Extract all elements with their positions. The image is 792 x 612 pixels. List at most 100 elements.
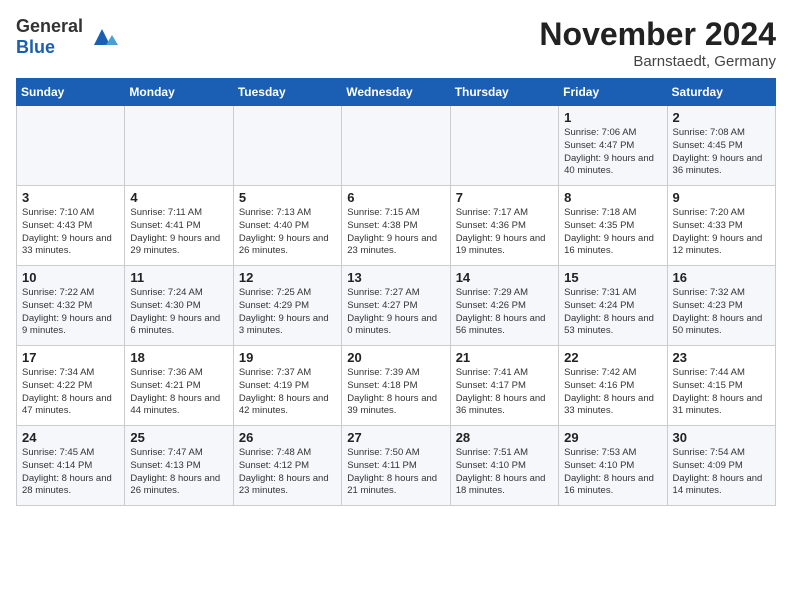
day-info: Sunrise: 7:13 AM Sunset: 4:40 PM Dayligh…	[239, 207, 336, 258]
day-cell: 1Sunrise: 7:06 AM Sunset: 4:47 PM Daylig…	[559, 106, 667, 186]
day-number: 5	[239, 190, 336, 205]
day-cell: 7 Sunrise: 7:17 AM Sunset: 4:36 PM Daylig…	[450, 186, 558, 266]
day-info: Sunrise: 7:51 AM Sunset: 4:10 PM Dayligh…	[456, 447, 553, 498]
day-info: Sunrise: 7:36 AM Sunset: 4:21 PM Dayligh…	[130, 367, 227, 418]
day-number: 30	[673, 430, 770, 445]
logo: General Blue	[16, 16, 118, 57]
day-info: Sunrise: 7:20 AM Sunset: 4:33 PM Dayligh…	[673, 207, 770, 258]
day-cell: 9 Sunrise: 7:20 AM Sunset: 4:33 PM Daylig…	[667, 186, 775, 266]
day-info: Sunrise: 7:53 AM Sunset: 4:10 PM Dayligh…	[564, 447, 661, 498]
day-number: 7	[456, 190, 553, 205]
day-number: 24	[22, 430, 119, 445]
day-info: Sunrise: 7:37 AM Sunset: 4:19 PM Dayligh…	[239, 367, 336, 418]
week-row-1: 1Sunrise: 7:06 AM Sunset: 4:47 PM Daylig…	[17, 106, 776, 186]
day-info: Sunrise: 7:41 AM Sunset: 4:17 PM Dayligh…	[456, 367, 553, 418]
day-info: Sunrise: 7:17 AM Sunset: 4:36 PM Dayligh…	[456, 207, 553, 258]
day-info: Sunrise: 7:50 AM Sunset: 4:11 PM Dayligh…	[347, 447, 444, 498]
day-number: 10	[22, 270, 119, 285]
day-cell: 5 Sunrise: 7:13 AM Sunset: 4:40 PM Daylig…	[233, 186, 341, 266]
day-cell: 20Sunrise: 7:39 AM Sunset: 4:18 PM Dayli…	[342, 346, 450, 426]
week-row-4: 17 Sunrise: 7:34 AM Sunset: 4:22 PM Dayli…	[17, 346, 776, 426]
day-cell: 6 Sunrise: 7:15 AM Sunset: 4:38 PM Daylig…	[342, 186, 450, 266]
day-cell: 25 Sunrise: 7:47 AM Sunset: 4:13 PM Dayli…	[125, 426, 233, 506]
day-info: Sunrise: 7:32 AM Sunset: 4:23 PM Dayligh…	[673, 287, 770, 338]
weekday-header-saturday: Saturday	[667, 79, 775, 106]
day-number: 14	[456, 270, 553, 285]
logo-general: General	[16, 16, 83, 36]
day-info: Sunrise: 7:27 AM Sunset: 4:27 PM Dayligh…	[347, 287, 444, 338]
day-number: 9	[673, 190, 770, 205]
day-number: 3	[22, 190, 119, 205]
month-title: November 2024	[539, 16, 776, 53]
day-cell: 30 Sunrise: 7:54 AM Sunset: 4:09 PM Dayli…	[667, 426, 775, 506]
day-info: Sunrise: 7:47 AM Sunset: 4:13 PM Dayligh…	[130, 447, 227, 498]
day-info: Sunrise: 7:39 AM Sunset: 4:18 PM Dayligh…	[347, 367, 444, 418]
weekday-header-wednesday: Wednesday	[342, 79, 450, 106]
day-number: 29	[564, 430, 661, 445]
day-cell	[450, 106, 558, 186]
logo-icon	[86, 21, 118, 53]
logo-blue: Blue	[16, 37, 55, 57]
day-info: Sunrise: 7:06 AM Sunset: 4:47 PM Dayligh…	[564, 127, 661, 178]
day-cell: 4Sunrise: 7:11 AM Sunset: 4:41 PM Daylig…	[125, 186, 233, 266]
day-number: 28	[456, 430, 553, 445]
day-info: Sunrise: 7:45 AM Sunset: 4:14 PM Dayligh…	[22, 447, 119, 498]
day-cell: 10 Sunrise: 7:22 AM Sunset: 4:32 PM Dayli…	[17, 266, 125, 346]
weekday-header-monday: Monday	[125, 79, 233, 106]
day-cell: 23 Sunrise: 7:44 AM Sunset: 4:15 PM Dayli…	[667, 346, 775, 426]
day-info: Sunrise: 7:15 AM Sunset: 4:38 PM Dayligh…	[347, 207, 444, 258]
day-number: 12	[239, 270, 336, 285]
location: Barnstaedt, Germany	[539, 53, 776, 70]
day-cell: 26 Sunrise: 7:48 AM Sunset: 4:12 PM Dayli…	[233, 426, 341, 506]
day-number: 17	[22, 350, 119, 365]
day-number: 25	[130, 430, 227, 445]
day-number: 8	[564, 190, 661, 205]
day-info: Sunrise: 7:54 AM Sunset: 4:09 PM Dayligh…	[673, 447, 770, 498]
day-cell: 17 Sunrise: 7:34 AM Sunset: 4:22 PM Dayli…	[17, 346, 125, 426]
day-number: 15	[564, 270, 661, 285]
title-block: November 2024 Barnstaedt, Germany	[539, 16, 776, 70]
day-info: Sunrise: 7:29 AM Sunset: 4:26 PM Dayligh…	[456, 287, 553, 338]
day-number: 21	[456, 350, 553, 365]
day-cell: 11Sunrise: 7:24 AM Sunset: 4:30 PM Dayli…	[125, 266, 233, 346]
day-info: Sunrise: 7:31 AM Sunset: 4:24 PM Dayligh…	[564, 287, 661, 338]
day-info: Sunrise: 7:34 AM Sunset: 4:22 PM Dayligh…	[22, 367, 119, 418]
day-cell: 3Sunrise: 7:10 AM Sunset: 4:43 PM Daylig…	[17, 186, 125, 266]
day-cell: 2 Sunrise: 7:08 AM Sunset: 4:45 PM Daylig…	[667, 106, 775, 186]
day-info: Sunrise: 7:42 AM Sunset: 4:16 PM Dayligh…	[564, 367, 661, 418]
day-cell: 13 Sunrise: 7:27 AM Sunset: 4:27 PM Dayli…	[342, 266, 450, 346]
day-number: 23	[673, 350, 770, 365]
day-info: Sunrise: 7:24 AM Sunset: 4:30 PM Dayligh…	[130, 287, 227, 338]
day-info: Sunrise: 7:25 AM Sunset: 4:29 PM Dayligh…	[239, 287, 336, 338]
page-header: General Blue November 2024 Barnstaedt, G…	[16, 16, 776, 70]
day-cell: 16Sunrise: 7:32 AM Sunset: 4:23 PM Dayli…	[667, 266, 775, 346]
day-cell: 27 Sunrise: 7:50 AM Sunset: 4:11 PM Dayli…	[342, 426, 450, 506]
day-number: 4	[130, 190, 227, 205]
weekday-header-row: SundayMondayTuesdayWednesdayThursdayFrid…	[17, 79, 776, 106]
day-cell: 14 Sunrise: 7:29 AM Sunset: 4:26 PM Dayli…	[450, 266, 558, 346]
weekday-header-sunday: Sunday	[17, 79, 125, 106]
day-cell: 28 Sunrise: 7:51 AM Sunset: 4:10 PM Dayli…	[450, 426, 558, 506]
day-number: 2	[673, 110, 770, 125]
day-cell	[17, 106, 125, 186]
day-cell: 15 Sunrise: 7:31 AM Sunset: 4:24 PM Dayli…	[559, 266, 667, 346]
day-number: 13	[347, 270, 444, 285]
day-info: Sunrise: 7:08 AM Sunset: 4:45 PM Dayligh…	[673, 127, 770, 178]
day-cell: 12 Sunrise: 7:25 AM Sunset: 4:29 PM Dayli…	[233, 266, 341, 346]
day-cell	[233, 106, 341, 186]
weekday-header-thursday: Thursday	[450, 79, 558, 106]
day-cell	[125, 106, 233, 186]
day-number: 19	[239, 350, 336, 365]
day-info: Sunrise: 7:48 AM Sunset: 4:12 PM Dayligh…	[239, 447, 336, 498]
weekday-header-tuesday: Tuesday	[233, 79, 341, 106]
day-cell: 24 Sunrise: 7:45 AM Sunset: 4:14 PM Dayli…	[17, 426, 125, 506]
day-cell: 29 Sunrise: 7:53 AM Sunset: 4:10 PM Dayli…	[559, 426, 667, 506]
day-info: Sunrise: 7:44 AM Sunset: 4:15 PM Dayligh…	[673, 367, 770, 418]
day-number: 6	[347, 190, 444, 205]
day-number: 27	[347, 430, 444, 445]
weekday-header-friday: Friday	[559, 79, 667, 106]
day-cell: 18Sunrise: 7:36 AM Sunset: 4:21 PM Dayli…	[125, 346, 233, 426]
day-info: Sunrise: 7:22 AM Sunset: 4:32 PM Dayligh…	[22, 287, 119, 338]
day-number: 26	[239, 430, 336, 445]
week-row-5: 24 Sunrise: 7:45 AM Sunset: 4:14 PM Dayli…	[17, 426, 776, 506]
